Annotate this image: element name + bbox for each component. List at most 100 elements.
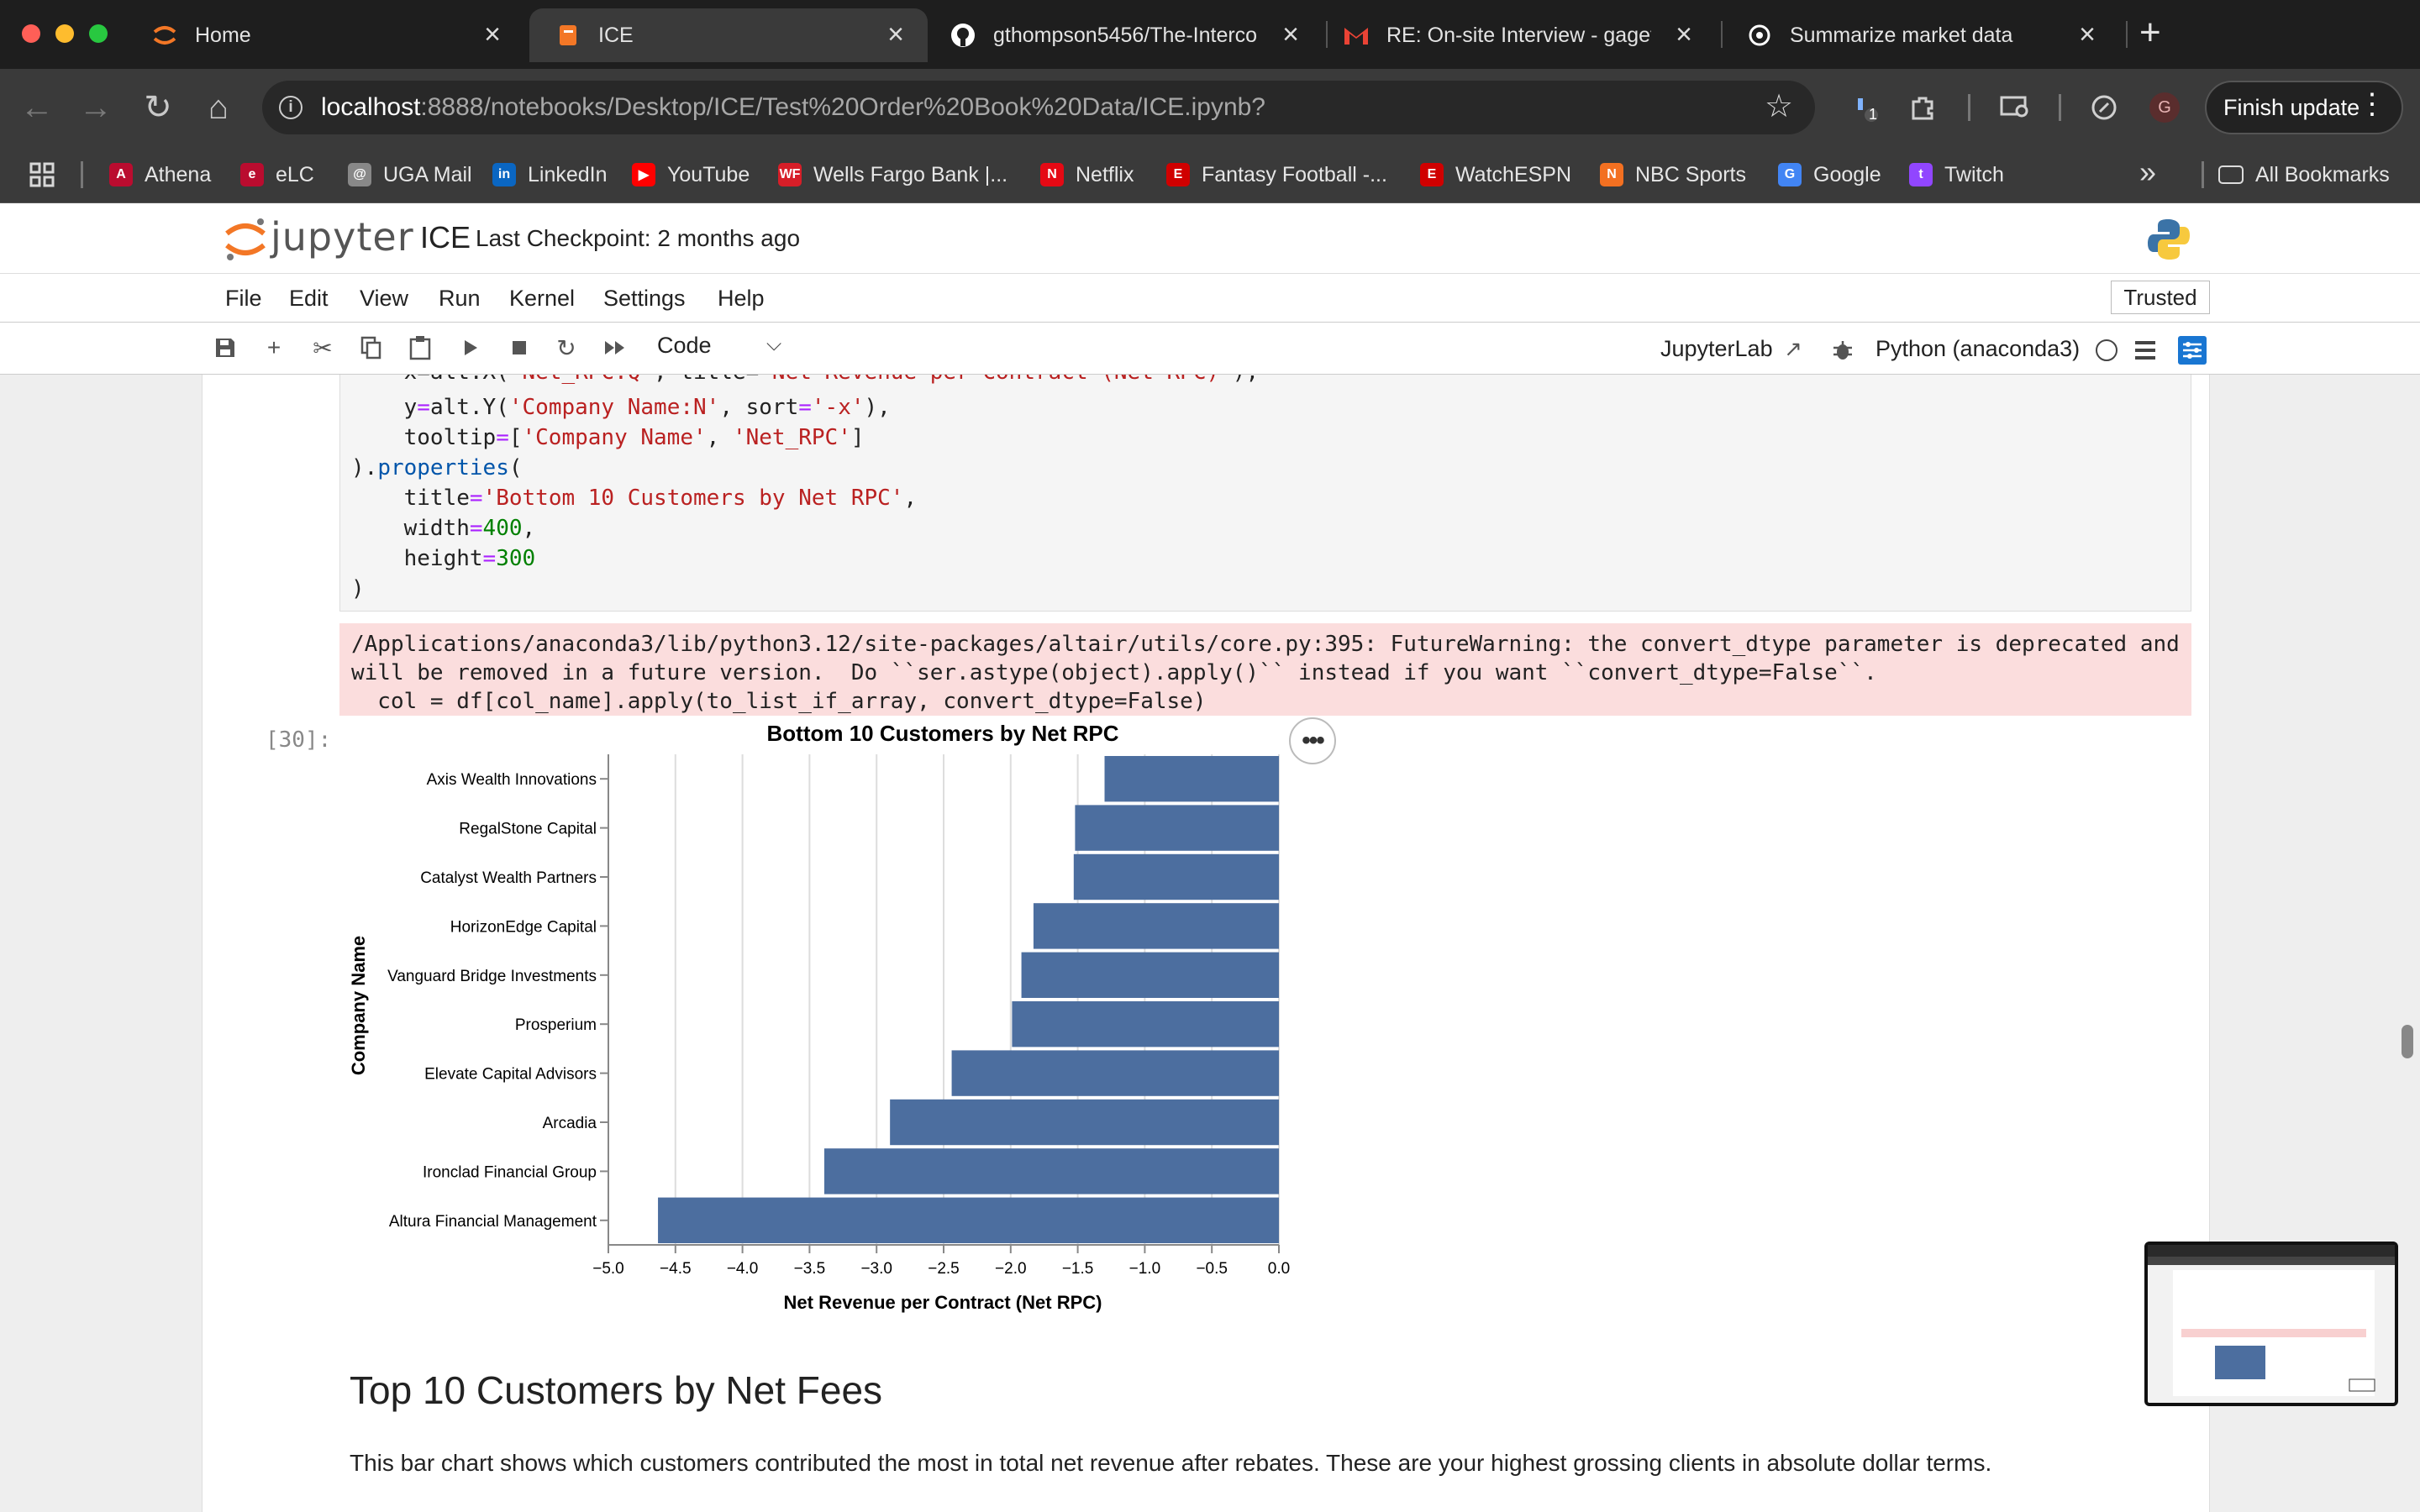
stop-icon[interactable] <box>501 329 538 366</box>
menu-run[interactable]: Run <box>439 286 481 312</box>
y-tick-label: Arcadia <box>543 1115 597 1132</box>
gmail-icon <box>1343 22 1370 49</box>
kebab-menu-icon[interactable]: ⋮ <box>2358 87 2386 121</box>
url-path: :8888/notebooks/Desktop/ICE/Test%20Order… <box>420 93 1265 121</box>
bookmark-item[interactable]: N NBC Sports <box>1600 156 1746 193</box>
jupyter-logo-icon[interactable] <box>220 213 271 264</box>
extensions-puzzle-icon[interactable] <box>1902 87 1943 128</box>
apps-grid-icon[interactable] <box>29 161 55 188</box>
close-tab-icon[interactable]: × <box>1676 18 1692 51</box>
bookmark-favicon-icon: in <box>492 163 516 186</box>
tab-chatgpt[interactable]: Summarize market data × <box>1721 8 2119 62</box>
bar[interactable] <box>1075 805 1279 851</box>
code-line: height=300 <box>351 546 536 571</box>
bar[interactable] <box>1073 853 1279 900</box>
bookmark-item[interactable]: e eLC <box>240 156 314 193</box>
bookmark-item[interactable]: A Athena <box>109 156 211 193</box>
bookmark-favicon-icon: E <box>1420 163 1444 186</box>
all-bookmarks[interactable]: All Bookmarks <box>2218 156 2390 193</box>
finish-update-button[interactable]: Finish update ⋮ <box>2205 81 2403 134</box>
tab-label: ICE <box>598 23 634 47</box>
tab-ice[interactable]: ICE × <box>529 8 928 62</box>
profile-avatar[interactable]: G <box>2149 92 2180 123</box>
menu-kernel[interactable]: Kernel <box>509 286 575 312</box>
tab-label: Summarize market data <box>1790 23 2013 47</box>
home-icon[interactable]: ⌂ <box>198 87 239 128</box>
x-tick-label: −2.5 <box>928 1260 960 1278</box>
close-tab-icon[interactable]: × <box>484 18 501 51</box>
bar[interactable] <box>890 1099 1279 1146</box>
bookmark-item[interactable]: G Google <box>1778 156 1881 193</box>
bookmark-item[interactable]: @ UGA Mail <box>348 156 472 193</box>
close-tab-icon[interactable]: × <box>1282 18 1299 51</box>
bar[interactable] <box>658 1197 1279 1243</box>
code-line: y=alt.Y('Company Name:N', sort='-x'), <box>351 395 891 420</box>
bookmark-item[interactable]: t Twitch <box>1909 156 2004 193</box>
cell-type-select[interactable]: Code <box>657 333 712 359</box>
screen-search-icon[interactable] <box>1995 87 2035 128</box>
notebook-name[interactable]: ICE <box>420 220 471 255</box>
bar[interactable] <box>1021 952 1279 998</box>
performance-icon[interactable] <box>2084 87 2124 128</box>
save-icon[interactable] <box>207 329 244 366</box>
bookmark-item[interactable]: WF Wells Fargo Bank |... <box>778 156 1007 193</box>
address-bar[interactable]: localhost:8888/notebooks/Desktop/ICE/Tes… <box>262 81 1815 134</box>
minimize-window-button[interactable] <box>55 24 74 43</box>
more-bookmarks-icon[interactable]: » <box>2139 155 2156 190</box>
menu-edit[interactable]: Edit <box>289 286 329 312</box>
property-inspector-icon[interactable] <box>2178 336 2207 365</box>
bar[interactable] <box>1104 756 1279 802</box>
x-tick-label: −1.0 <box>1129 1260 1161 1278</box>
site-info-icon[interactable]: i <box>279 96 302 119</box>
bookmark-label: Twitch <box>1944 162 2004 186</box>
menu-file[interactable]: File <box>225 286 262 312</box>
bookmark-favicon-icon: e <box>240 163 264 186</box>
bookmark-item[interactable]: ▶ YouTube <box>632 156 750 193</box>
scrollbar-thumb[interactable] <box>2402 1025 2413 1058</box>
chart-actions-menu-button[interactable]: ••• <box>1289 717 1336 764</box>
copy-icon[interactable] <box>353 329 390 366</box>
bookmark-star-icon[interactable]: ☆ <box>1765 87 1793 125</box>
paste-icon[interactable] <box>402 329 439 366</box>
chevron-down-icon[interactable]: ⌵ <box>766 333 781 356</box>
bar[interactable] <box>1033 903 1279 949</box>
bar[interactable] <box>1012 1001 1279 1047</box>
bookmark-item[interactable]: E WatchESPN <box>1420 156 1571 193</box>
kernel-name[interactable]: Python (anaconda3) <box>1876 336 2080 362</box>
restart-icon[interactable]: ↻ <box>548 329 585 366</box>
add-cell-icon[interactable]: + <box>255 329 292 366</box>
close-tab-icon[interactable]: × <box>2079 18 2096 51</box>
cut-icon[interactable]: ✂ <box>304 329 341 366</box>
back-icon[interactable]: ← <box>17 87 57 128</box>
new-tab-button[interactable]: + <box>2139 12 2161 54</box>
bookmark-item[interactable]: N Netflix <box>1040 156 1134 193</box>
jupyterlab-label: JupyterLab <box>1660 336 1773 361</box>
bar[interactable] <box>951 1050 1279 1096</box>
tab-home[interactable]: Home × <box>126 8 524 62</box>
warning-line: col = df[col_name].apply(to_list_if_arra… <box>351 689 1207 714</box>
bookmark-item[interactable]: in LinkedIn <box>492 156 608 193</box>
tab-github[interactable]: gthompson5456/The-Interco × <box>924 8 1323 62</box>
trusted-indicator[interactable]: Trusted <box>2111 281 2210 314</box>
zoom-window-button[interactable] <box>89 24 108 43</box>
close-window-button[interactable] <box>22 24 40 43</box>
x-tick-label: 0.0 <box>1268 1260 1290 1278</box>
menu-view[interactable]: View <box>360 286 408 312</box>
bar[interactable] <box>823 1148 1279 1194</box>
bookmark-favicon-icon: A <box>109 163 133 186</box>
extension-badge-icon[interactable]: 1 <box>1845 87 1886 128</box>
screen-thumbnail-preview[interactable] <box>2144 1242 2398 1406</box>
bookmark-item[interactable]: E Fantasy Football -... <box>1166 156 1387 193</box>
reload-icon[interactable]: ↻ <box>138 87 178 128</box>
close-tab-icon[interactable]: × <box>887 18 904 51</box>
y-tick-label: Vanguard Bridge Investments <box>387 968 597 985</box>
debugger-bug-icon[interactable] <box>1830 338 1855 363</box>
jupyterlab-link[interactable]: JupyterLab ↗ <box>1660 336 1802 362</box>
forward-icon[interactable]: → <box>76 87 116 128</box>
menu-help[interactable]: Help <box>718 286 765 312</box>
list-menu-icon[interactable] <box>2133 339 2158 361</box>
menu-settings[interactable]: Settings <box>603 286 686 312</box>
run-icon[interactable] <box>452 329 489 366</box>
fast-forward-icon[interactable] <box>597 329 634 366</box>
tab-gmail[interactable]: RE: On-site Interview - gaget × <box>1318 8 1716 62</box>
